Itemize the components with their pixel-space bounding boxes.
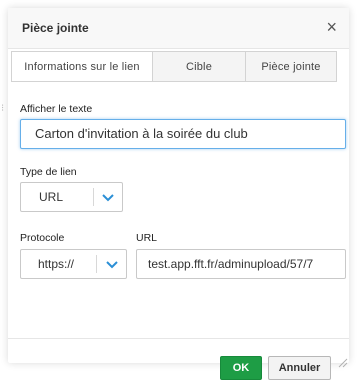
display-text-value: Carton d'invitation à la soirée du club: [35, 126, 248, 141]
chevron-down-icon: [106, 261, 118, 269]
ok-button[interactable]: OK: [220, 356, 262, 380]
tab-panel-divider: [11, 81, 337, 82]
protocol-value: https://: [38, 257, 75, 271]
url-label: URL: [136, 232, 158, 244]
chevron-down-icon: [102, 194, 114, 202]
panel-edge-mark: ⁝: [1, 103, 5, 114]
link-type-value: URL: [39, 190, 64, 204]
tab-link-info[interactable]: Informations sur le lien: [11, 51, 153, 82]
dialog-tabs: Informations sur le lien Cible Pièce joi…: [11, 51, 337, 82]
link-type-label: Type de lien: [20, 166, 77, 178]
tab-target[interactable]: Cible: [152, 51, 246, 82]
display-text-label: Afficher le texte: [20, 103, 93, 115]
dialog-title: Pièce jointe: [22, 21, 89, 35]
select-separator: [93, 188, 94, 206]
footer-divider: [8, 338, 349, 339]
select-separator: [96, 255, 97, 273]
display-text-input[interactable]: Carton d'invitation à la soirée du club: [20, 119, 346, 149]
protocol-select[interactable]: https://: [20, 249, 127, 279]
dialog-titlebar: Pièce jointe ×: [8, 8, 349, 49]
url-value: test.app.fft.fr/adminupload/57/7: [148, 257, 314, 271]
link-type-select[interactable]: URL: [20, 182, 123, 212]
close-icon[interactable]: ×: [326, 17, 337, 38]
tab-attachment[interactable]: Pièce jointe: [245, 51, 337, 82]
protocol-label: Protocole: [20, 232, 65, 244]
cancel-button[interactable]: Annuler: [268, 356, 331, 380]
url-input[interactable]: test.app.fft.fr/adminupload/57/7: [136, 249, 346, 279]
resize-grip-icon[interactable]: [338, 358, 348, 368]
